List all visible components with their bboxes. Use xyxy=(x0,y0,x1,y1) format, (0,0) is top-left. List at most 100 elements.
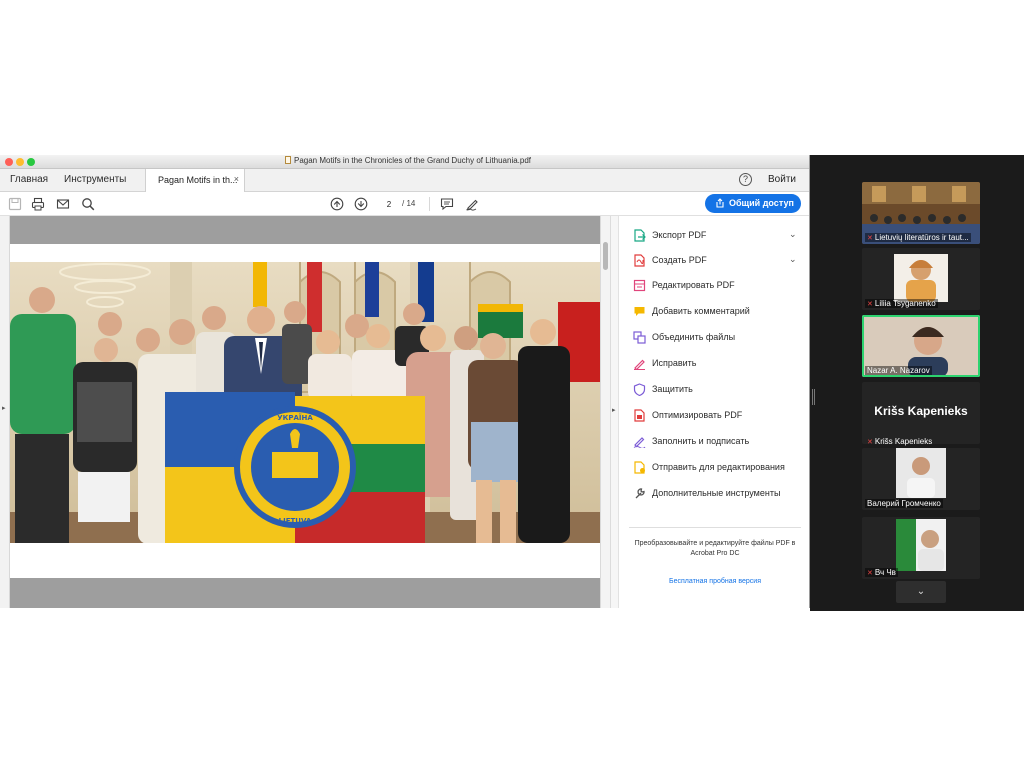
window-title: Pagan Motifs in the Chronicles of the Gr… xyxy=(285,156,531,165)
participant-tile[interactable]: Валерий Громченко xyxy=(862,448,980,510)
tab-row: Главная Инструменты Pagan Motifs in th..… xyxy=(0,169,809,192)
close-window-button[interactable] xyxy=(5,158,13,166)
tab-tools[interactable]: Инструменты xyxy=(64,174,126,185)
tab-document-label: Pagan Motifs in th... xyxy=(158,175,238,185)
participant-name: Валерий Громченко xyxy=(865,499,943,508)
fill-sign-icon xyxy=(633,437,646,448)
previous-page-icon[interactable] xyxy=(330,197,344,211)
combine-files-icon xyxy=(633,331,646,344)
save-icon[interactable] xyxy=(8,197,22,211)
tool-fill-sign[interactable]: Заполнить и подписать xyxy=(629,432,807,452)
tool-label: Создать PDF xyxy=(652,255,707,265)
participant-name-text: Валерий Громченко xyxy=(867,499,941,508)
participant-tile-active[interactable]: Nazar A. Nazarov xyxy=(862,315,980,377)
participant-tile[interactable]: ✕ Lietuvių literatūros ir taut... xyxy=(862,182,980,244)
tab-document[interactable]: Pagan Motifs in th... × xyxy=(145,169,245,192)
left-pane-toggle[interactable]: ▸ xyxy=(0,216,10,608)
tool-label: Объединить файлы xyxy=(652,332,736,342)
tool-protect[interactable]: Защитить xyxy=(629,380,807,400)
participant-name: ✕ Krišs Kapenieks xyxy=(865,437,934,446)
participant-tile[interactable]: ✕ Liliia Tsyganenko xyxy=(862,248,980,310)
help-icon[interactable]: ? xyxy=(739,173,752,186)
participant-name: ✕ Liliia Tsyganenko xyxy=(865,299,938,308)
export-pdf-icon xyxy=(634,229,646,242)
participant-name-text: Krišs Kapenieks xyxy=(874,437,933,446)
tool-label: Исправить xyxy=(652,358,697,368)
tool-redact[interactable]: Исправить xyxy=(629,354,807,374)
participant-name-text: Liliia Tsyganenko xyxy=(874,299,936,308)
show-more-participants-button[interactable]: ⌄ xyxy=(896,581,946,603)
tools-pane-toggle[interactable]: ▸ xyxy=(611,216,619,608)
wrench-icon xyxy=(635,488,645,499)
share-button-label: Общий доступ xyxy=(729,198,794,208)
expand-arrow-icon: ▸ xyxy=(2,405,6,412)
tool-send-for-review[interactable]: Отправить для редактирования xyxy=(629,458,807,478)
free-trial-link[interactable]: Бесплатная пробная версия xyxy=(629,578,801,585)
draw-pen-icon[interactable] xyxy=(465,197,479,211)
share-icon xyxy=(716,198,724,208)
close-tab-icon[interactable]: × xyxy=(234,174,239,184)
tool-label: Защитить xyxy=(652,384,693,394)
tool-combine-files[interactable]: Объединить файлы xyxy=(629,328,807,348)
share-button[interactable]: Общий доступ xyxy=(705,194,801,213)
tool-export-pdf[interactable]: Экспорт PDF ⌄ xyxy=(629,226,807,246)
tool-create-pdf[interactable]: Создать PDF ⌄ xyxy=(629,251,807,271)
sign-in-button[interactable]: Войти xyxy=(768,174,796,185)
comment-icon xyxy=(634,307,645,316)
ukraine-lithuania-flag: УКРАЇНА LIETUVA xyxy=(165,392,425,543)
toolbar: / 14 Общий доступ xyxy=(0,192,809,216)
tab-home[interactable]: Главная xyxy=(10,174,48,185)
create-pdf-icon xyxy=(634,254,645,267)
toolbar-separator xyxy=(429,197,430,211)
optimize-pdf-icon xyxy=(634,409,645,422)
tool-label: Оптимизировать PDF xyxy=(652,410,743,420)
participant-label-row: ✕ Krišs Kapenieks xyxy=(862,432,980,446)
screen: Pagan Motifs in the Chronicles of the Gr… xyxy=(0,0,1024,768)
chevron-down-icon[interactable]: ⌄ xyxy=(789,229,797,240)
group-photo: УКРАЇНА LIETUVA xyxy=(10,262,600,543)
tool-label: Добавить комментарий xyxy=(652,306,750,316)
scrollbar-thumb[interactable] xyxy=(603,242,608,270)
print-icon[interactable] xyxy=(31,197,45,211)
group-photo-image: УКРАЇНА LIETUVA xyxy=(10,262,600,543)
document-viewport[interactable]: ▸ УКРАЇНА LIETUVA xyxy=(0,216,610,608)
muted-mic-icon: ✕ xyxy=(867,439,873,446)
vertical-scrollbar[interactable] xyxy=(600,216,610,608)
video-call-panel: ✕ Lietuvių literatūros ir taut... ✕ Liliia… xyxy=(810,155,1024,611)
maximize-window-button[interactable] xyxy=(27,158,35,166)
window-title-text: Pagan Motifs in the Chronicles of the Gr… xyxy=(294,156,532,165)
participant-name: ✕ Lietuvių literatūros ir taut... xyxy=(865,233,971,242)
comment-icon[interactable] xyxy=(440,197,454,211)
participant-name: ✕ Вч Чв xyxy=(865,568,898,577)
collapse-arrow-icon: ▸ xyxy=(612,407,616,414)
minimize-window-button[interactable] xyxy=(16,158,24,166)
tool-edit-pdf[interactable]: Редактировать PDF xyxy=(629,276,807,296)
tool-label: Экспорт PDF xyxy=(652,230,707,240)
panel-resize-handle[interactable] xyxy=(812,389,815,405)
participant-name-text: Lietuvių literatūros ir taut... xyxy=(874,233,969,242)
search-icon[interactable] xyxy=(81,197,95,211)
participant-display-name: Krišs Kapenieks xyxy=(874,404,968,418)
tool-more-tools[interactable]: Дополнительные инструменты xyxy=(629,484,807,504)
muted-mic-icon: ✕ xyxy=(867,235,873,242)
tool-label: Дополнительные инструменты xyxy=(652,488,781,498)
tool-add-comment[interactable]: Добавить комментарий xyxy=(629,302,807,322)
upgrade-promo-text: Преобразовывайте и редактируйте файлы PD… xyxy=(634,540,796,557)
tool-optimize-pdf[interactable]: Оптимизировать PDF xyxy=(629,406,807,426)
redact-icon xyxy=(634,359,645,370)
pdf-page: УКРАЇНА LIETUVA xyxy=(10,244,600,578)
tools-pane: ▸ Экспорт PDF ⌄ Создать PDF ⌄ Редактиров… xyxy=(610,216,809,608)
participant-tile[interactable]: ✕ Вч Чв xyxy=(862,517,980,579)
chevron-down-icon[interactable]: ⌄ xyxy=(789,254,797,265)
participant-name: Nazar A. Nazarov xyxy=(865,366,932,375)
send-review-icon xyxy=(634,461,645,474)
email-icon[interactable] xyxy=(56,197,70,211)
next-page-icon[interactable] xyxy=(354,197,368,211)
participant-name-text: Nazar A. Nazarov xyxy=(867,366,930,375)
page-total: / 14 xyxy=(402,199,416,208)
muted-mic-icon: ✕ xyxy=(867,301,873,308)
flag-seal-bottom-text: LIETUVA xyxy=(279,517,312,525)
divider xyxy=(629,527,801,528)
acrobat-window: Pagan Motifs in the Chronicles of the Gr… xyxy=(0,155,810,608)
page-number-input[interactable] xyxy=(378,197,400,211)
